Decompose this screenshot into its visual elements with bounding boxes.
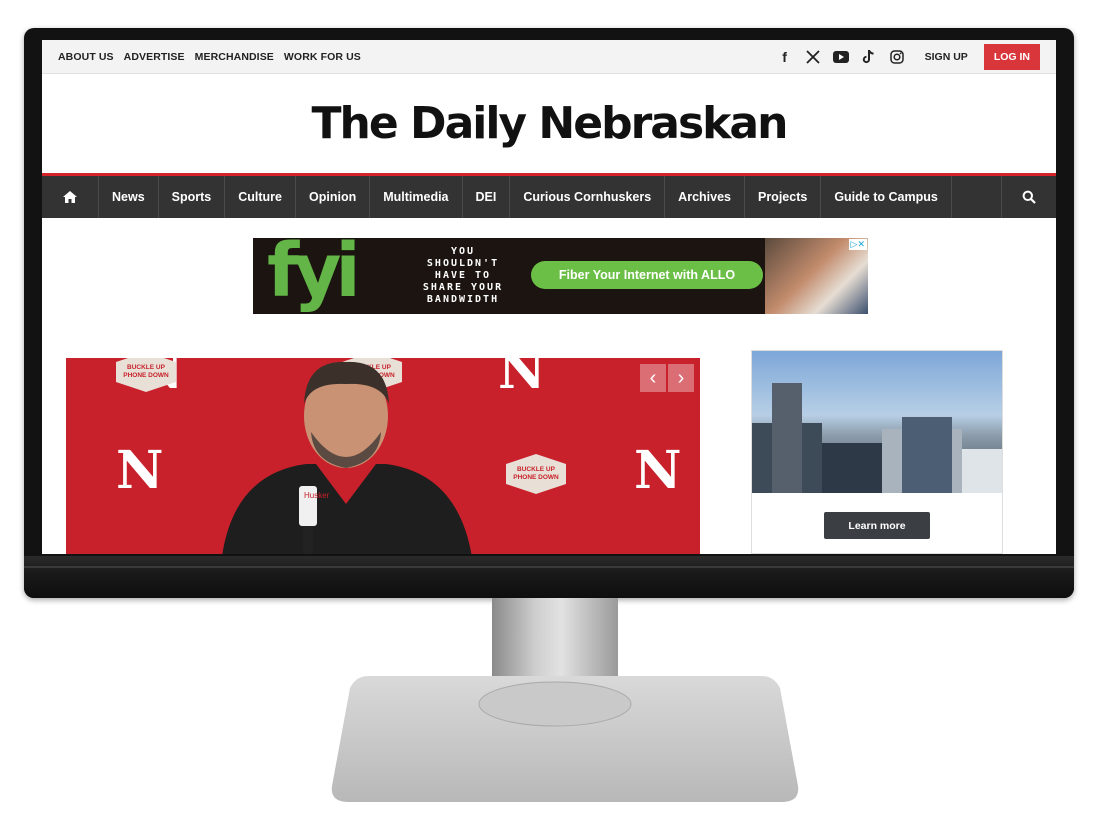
monitor-stand-base <box>330 668 800 808</box>
tiktok-icon[interactable] <box>861 49 877 65</box>
monitor-chin <box>24 556 1074 598</box>
nav-item-opinion[interactable]: Opinion <box>296 176 371 218</box>
sign-up-link[interactable]: SIGN UP <box>925 51 968 63</box>
instagram-icon[interactable] <box>889 49 905 65</box>
sidebar-ad[interactable]: Learn more <box>751 350 1003 554</box>
main-nav: News Sports Culture Opinion Multimedia D… <box>42 176 1056 218</box>
learn-more-button[interactable]: Learn more <box>824 512 930 539</box>
hero-backdrop-n: N <box>634 440 682 501</box>
utility-right: f SIGN UP LOG IN <box>777 43 1040 70</box>
nav-item-multimedia[interactable]: Multimedia <box>370 176 463 218</box>
advertise-link[interactable]: ADVERTISE <box>124 51 185 63</box>
utility-bar: ABOUT US ADVERTISE MERCHANDISE WORK FOR … <box>42 40 1056 74</box>
carousel-nav: ‹ › <box>640 364 694 392</box>
nav-item-dei[interactable]: DEI <box>463 176 511 218</box>
merchandise-link[interactable]: MERCHANDISE <box>195 51 274 63</box>
nav-item-news[interactable]: News <box>99 176 159 218</box>
nav-item-sports[interactable]: Sports <box>159 176 226 218</box>
ad-cta-button[interactable]: Fiber Your Internet with ALLO <box>531 261 763 289</box>
monitor-chin-strip <box>24 566 1074 568</box>
carousel-next-icon[interactable]: › <box>668 364 694 392</box>
youtube-icon[interactable] <box>832 49 849 65</box>
sidebar-ad-image <box>752 351 1002 493</box>
browser-screen: ABOUT US ADVERTISE MERCHANDISE WORK FOR … <box>42 40 1056 554</box>
x-icon[interactable] <box>805 49 821 65</box>
home-icon[interactable] <box>42 176 99 218</box>
hero-person: Husker <box>222 361 472 554</box>
about-us-link[interactable]: ABOUT US <box>58 51 114 63</box>
facebook-icon[interactable]: f <box>777 49 793 65</box>
site-logo[interactable]: The Daily Nebraskan <box>312 98 789 149</box>
utility-links: ABOUT US ADVERTISE MERCHANDISE WORK FOR … <box>58 51 361 63</box>
masthead: The Daily Nebraskan <box>42 74 1056 176</box>
svg-text:Husker: Husker <box>304 491 330 500</box>
ad-banner[interactable]: fyi YOU SHOULDN'T HAVE TO SHARE YOUR BAN… <box>253 238 868 314</box>
hero-badge: BUCKLE UP PHONE DOWN <box>506 454 566 494</box>
ad-choices-icon[interactable]: ▷✕ <box>848 239 867 250</box>
nav-item-culture[interactable]: Culture <box>225 176 296 218</box>
carousel-prev-icon[interactable]: ‹ <box>640 364 666 392</box>
hero-backdrop-n: N <box>116 440 164 501</box>
work-for-us-link[interactable]: WORK FOR US <box>284 51 361 63</box>
ad-brand-logo: fyi <box>267 238 361 314</box>
nav-item-guide-to-campus[interactable]: Guide to Campus <box>821 176 952 218</box>
search-icon[interactable] <box>1001 176 1056 218</box>
nav-item-archives[interactable]: Archives <box>665 176 745 218</box>
nav-item-projects[interactable]: Projects <box>745 176 822 218</box>
nav-item-curious-cornhuskers[interactable]: Curious Cornhuskers <box>510 176 666 218</box>
hero-image[interactable]: N N N N BUCKLE UP PHONE DOWN BUCKLE UP P… <box>66 358 700 554</box>
ad-tagline: YOU SHOULDN'T HAVE TO SHARE YOUR BANDWID… <box>422 246 504 305</box>
hero-backdrop-n: N <box>498 358 546 401</box>
log-in-button[interactable]: LOG IN <box>983 43 1040 70</box>
